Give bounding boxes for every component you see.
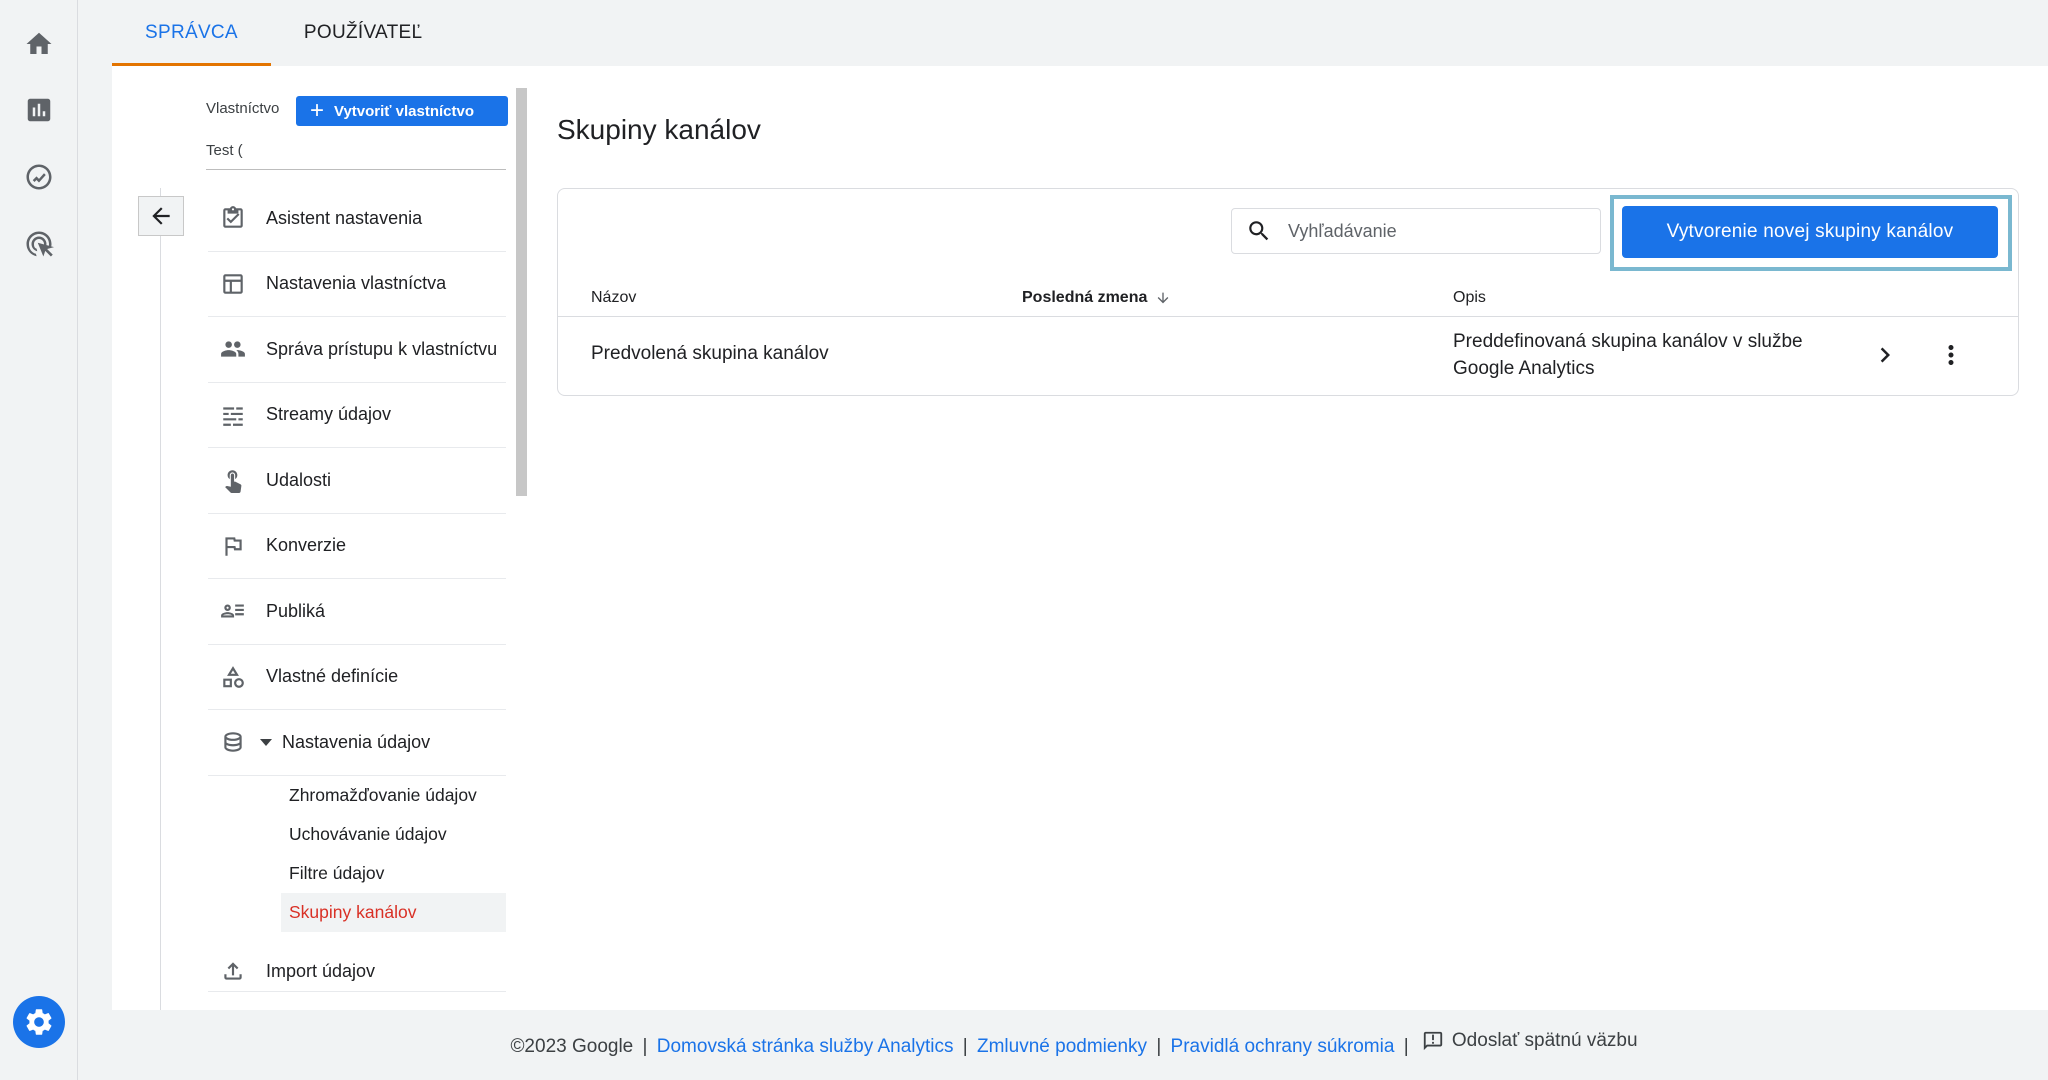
- sub-item-data-collection[interactable]: Zhromažďovanie údajov: [208, 776, 506, 815]
- touch-icon: [220, 467, 246, 494]
- advertising-icon[interactable]: [21, 226, 57, 262]
- nav-scrollbar[interactable]: [516, 88, 527, 496]
- nav-item-conversions[interactable]: Konverzie: [208, 514, 506, 579]
- more-vert-icon[interactable]: [1936, 340, 1966, 370]
- row-name: Predvolená skupina kanálov: [591, 343, 829, 364]
- nav-divider: [160, 188, 161, 1010]
- search-field[interactable]: [1231, 208, 1601, 254]
- footer-link-analytics-home[interactable]: Domovská stránka služby Analytics: [657, 1036, 954, 1057]
- property-nav: Asistent nastavenia Nastavenia vlastníct…: [208, 186, 506, 992]
- home-icon[interactable]: [21, 26, 57, 62]
- nav-item-data-import[interactable]: Import údajov: [208, 952, 506, 992]
- data-settings-sublist: Zhromažďovanie údajov Uchovávanie údajov…: [208, 776, 506, 932]
- sub-item-channel-groups[interactable]: Skupiny kanálov: [281, 892, 506, 932]
- shapes-icon: [220, 664, 246, 690]
- chevron-down-icon: [260, 738, 272, 746]
- sub-item-data-filters[interactable]: Filtre údajov: [208, 854, 506, 893]
- database-icon: [220, 729, 246, 755]
- feedback-icon: [1423, 1031, 1443, 1051]
- column-header-description: Opis: [1453, 289, 1486, 306]
- nav-item-access-management[interactable]: Správa prístupu k vlastníctvu: [208, 317, 506, 383]
- arrow-back-icon: [152, 207, 170, 225]
- flag-icon: [220, 533, 246, 559]
- page-title: Skupiny kanálov: [557, 114, 761, 145]
- arrow-down-icon: [1158, 292, 1169, 304]
- nav-item-label: Správa prístupu k vlastníctvu: [266, 338, 498, 359]
- nav-item-label: Udalosti: [266, 469, 332, 490]
- footer: ©2023 Google | Domovská stránka služby A…: [0, 1030, 2048, 1058]
- search-icon: [1249, 221, 1269, 241]
- footer-separator: |: [1156, 1036, 1162, 1057]
- feedback-label: Odoslať spätnú väzbu: [1451, 1030, 1638, 1051]
- reports-icon[interactable]: [21, 92, 57, 128]
- explore-icon[interactable]: [21, 159, 57, 195]
- people-icon: [220, 336, 246, 362]
- nav-item-label: Konverzie: [266, 535, 347, 556]
- nav-item-data-settings[interactable]: Nastavenia údajov: [208, 710, 506, 776]
- nav-item-label: Nastavenia vlastníctva: [266, 273, 447, 294]
- nav-item-audiences[interactable]: Publiká: [208, 579, 506, 645]
- footer-link-terms[interactable]: Zmluvné podmienky: [977, 1036, 1147, 1057]
- streams-icon: [220, 402, 246, 428]
- search-input[interactable]: [1288, 220, 1588, 242]
- plus-icon: +: [310, 97, 325, 124]
- row-description: Preddefinovaná skupina kanálov v službe …: [1453, 328, 1803, 382]
- feedback-button[interactable]: Odoslať spätnú väzbu: [1422, 1030, 1638, 1052]
- property-selector[interactable]: Test (: [206, 142, 506, 170]
- table-header: Názov Posledná zmena Opis: [558, 277, 2018, 317]
- create-channel-group-button[interactable]: Vytvorenie novej skupiny kanálov: [1622, 206, 1998, 258]
- checklist-icon: [220, 205, 246, 231]
- admin-tabs: SPRÁVCA POUŽÍVATEĽ: [112, 0, 455, 66]
- footer-separator: |: [962, 1036, 968, 1057]
- tab-admin[interactable]: SPRÁVCA: [112, 0, 271, 66]
- create-property-button[interactable]: + Vytvoriť vlastníctvo: [296, 96, 508, 126]
- copyright: ©2023 Google: [510, 1036, 634, 1057]
- footer-separator: |: [1403, 1036, 1409, 1057]
- channel-groups-card: Vytvorenie novej skupiny kanálov Názov P…: [557, 188, 2019, 396]
- nav-item-label: Streamy údajov: [266, 404, 392, 425]
- column-header-last-change[interactable]: Posledná zmena: [1022, 289, 1171, 307]
- back-button[interactable]: [138, 196, 184, 236]
- nav-item-property-settings[interactable]: Nastavenia vlastníctva: [208, 252, 506, 317]
- nav-item-label: Vlastné definície: [266, 666, 399, 687]
- layout-icon: [220, 271, 246, 297]
- upload-icon: [220, 958, 246, 984]
- create-property-label: Vytvoriť vlastníctvo: [334, 102, 475, 120]
- table-row[interactable]: Predvolená skupina kanálov Preddefinovan…: [558, 318, 2018, 396]
- column-header-name[interactable]: Názov: [591, 289, 636, 307]
- nav-item-custom-definitions[interactable]: Vlastné definície: [208, 645, 506, 710]
- nav-item-label: Publiká: [266, 600, 326, 621]
- nav-item-data-streams[interactable]: Streamy údajov: [208, 383, 506, 448]
- nav-item-label: Import údajov: [266, 960, 376, 981]
- nav-item-label: Nastavenia údajov: [282, 731, 431, 752]
- nav-item-setup-assistant[interactable]: Asistent nastavenia: [208, 186, 506, 252]
- audience-icon: [220, 598, 246, 624]
- property-label: Vlastníctvo: [206, 100, 280, 117]
- footer-separator: |: [642, 1036, 648, 1057]
- tab-user[interactable]: POUŽÍVATEĽ: [271, 0, 455, 66]
- row-description-line: Google Analytics: [1453, 358, 1595, 379]
- nav-item-events[interactable]: Udalosti: [208, 448, 506, 514]
- footer-link-privacy[interactable]: Pravidlá ochrany súkromia: [1171, 1036, 1395, 1057]
- nav-item-label: Asistent nastavenia: [266, 207, 423, 228]
- left-rail: [0, 0, 78, 1080]
- sub-item-data-retention[interactable]: Uchovávanie údajov: [208, 815, 506, 854]
- chevron-right-icon[interactable]: [1870, 340, 1900, 370]
- row-description-line: Preddefinovaná skupina kanálov v službe: [1453, 331, 1803, 352]
- column-header-label: Posledná zmena: [1022, 289, 1148, 306]
